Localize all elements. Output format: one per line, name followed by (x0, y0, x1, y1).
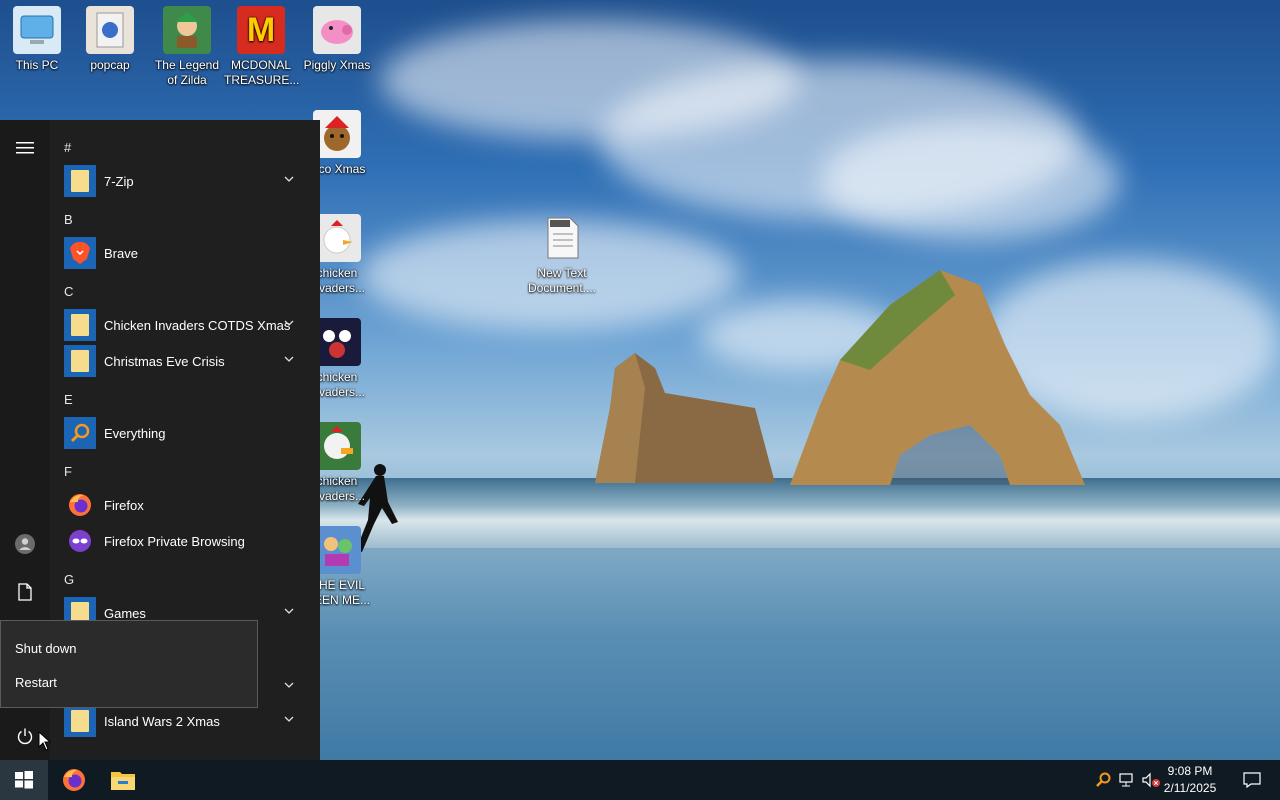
clock-time: 9:08 PM (1167, 764, 1213, 778)
tray-network-button[interactable] (1116, 760, 1138, 800)
taskbar-clock[interactable]: 9:08 PM 2/11/2025 (1150, 763, 1230, 797)
shut-down-option[interactable]: Shut down (15, 641, 76, 656)
app-label: Christmas Eve Crisis (104, 353, 225, 369)
power-options-flyout: Shut down Restart (0, 620, 258, 708)
computer-icon (13, 6, 61, 54)
chevron-down-icon[interactable] (284, 354, 294, 364)
firefox-private-icon (64, 525, 96, 557)
taskbar-firefox-button[interactable] (50, 760, 98, 800)
folder-icon (64, 345, 96, 377)
file-explorer-icon (111, 772, 135, 790)
app-label: 7-Zip (104, 173, 134, 189)
game-icon (163, 6, 211, 54)
chevron-down-icon[interactable] (284, 714, 294, 724)
chevron-down-icon[interactable] (284, 680, 294, 690)
folder-icon (64, 165, 96, 197)
app-item-chicken-invaders-cotds-xmas[interactable]: Chicken Invaders COTDS Xmas (64, 308, 314, 342)
chevron-down-icon[interactable] (284, 606, 294, 616)
desktop-icon-label: Piggly Xmas (303, 58, 371, 72)
chevron-down-icon[interactable] (284, 318, 294, 328)
desktop-icon-label: popcap (90, 58, 130, 72)
app-label: Chicken Invaders COTDS Xmas (104, 317, 291, 333)
desktop-icon-this-pc[interactable]: This PC (0, 6, 74, 73)
hamburger-icon (16, 142, 34, 154)
brave-icon (64, 237, 96, 269)
text-document-icon (538, 214, 586, 262)
firefox-icon (64, 489, 96, 521)
section-header-b[interactable]: B (64, 212, 73, 227)
chicken-icon (313, 422, 361, 470)
desktop-icon-label: New Text (537, 266, 587, 280)
power-icon (17, 728, 33, 745)
start-button[interactable] (0, 760, 48, 800)
app-item-christmas-eve-crisis[interactable]: Christmas Eve Crisis (64, 344, 314, 378)
network-icon (1119, 773, 1133, 787)
chevron-down-icon[interactable] (284, 174, 294, 184)
desktop-icon-label: This PC (15, 58, 59, 72)
app-item-firefox[interactable]: Firefox (64, 488, 314, 522)
folder-icon (64, 705, 96, 737)
taskbar: 9:08 PM 2/11/2025 (0, 760, 1280, 800)
app-item-7-zip[interactable]: 7-Zip (64, 164, 314, 198)
document-icon (18, 583, 32, 601)
mouse-cursor-icon (38, 731, 52, 751)
section-header-c[interactable]: C (64, 284, 73, 299)
desktop-icon-label: MCDONAL (230, 58, 291, 72)
app-label: Brave (104, 245, 138, 261)
bear-icon (313, 110, 361, 158)
user-account-button[interactable] (0, 520, 50, 568)
section-header-e[interactable]: E (64, 392, 73, 407)
app-item-brave[interactable]: Brave (64, 236, 314, 270)
desktop-icon-label: of Zilda (167, 73, 207, 87)
desktop-icon-mcdonald-treasure[interactable]: M MCDONAL TREASURE... (224, 6, 300, 88)
clock-date: 2/11/2025 (1163, 781, 1217, 795)
section-header-f[interactable]: F (64, 464, 72, 479)
restart-option[interactable]: Restart (15, 675, 57, 690)
everything-search-icon (1096, 772, 1111, 787)
action-center-button[interactable] (1232, 760, 1272, 800)
desktop-icon-label: Document.... (527, 281, 597, 295)
pig-icon (313, 6, 361, 54)
tray-everything-button[interactable] (1092, 760, 1114, 800)
section-header-g[interactable]: G (64, 572, 74, 587)
app-item-everything[interactable]: Everything (64, 416, 314, 450)
desktop-icon-label: TREASURE... (224, 73, 300, 87)
app-item-firefox-private-browsing[interactable]: Firefox Private Browsing (64, 524, 314, 558)
app-label: Firefox (104, 497, 144, 513)
folder-icon (86, 6, 134, 54)
app-item-island-wars-2-xmas[interactable]: Island Wars 2 Xmas (64, 704, 314, 738)
chicken-icon (313, 318, 361, 366)
app-label: Everything (104, 425, 166, 441)
desktop-icon-piggly-xmas[interactable]: Piggly Xmas (300, 6, 374, 73)
desktop-icon-legend-of-zilda[interactable]: The Legend of Zilda (150, 6, 224, 88)
desktop-icon-new-text-document[interactable]: New Text Document.... (525, 214, 599, 296)
action-center-icon (1243, 772, 1261, 788)
windows-icon (15, 771, 33, 789)
user-icon (15, 534, 35, 554)
taskbar-file-explorer-button[interactable] (99, 760, 147, 800)
section-header-hash[interactable]: # (64, 140, 71, 155)
search-icon (64, 417, 96, 449)
expand-menu-button[interactable] (0, 124, 50, 172)
documents-button[interactable] (0, 568, 50, 616)
mcdonalds-icon: M (237, 6, 285, 54)
evil-game-icon (313, 526, 361, 574)
folder-icon (64, 309, 96, 341)
app-label: Island Wars 2 Xmas (104, 713, 220, 729)
rock-formation-left (595, 353, 775, 483)
app-label: Firefox Private Browsing (104, 533, 245, 549)
desktop-icon-popcap[interactable]: popcap (73, 6, 147, 73)
desktop-icon-label: The Legend (154, 58, 220, 72)
rock-formation-right (790, 270, 1085, 485)
app-label: Games (104, 605, 146, 621)
chicken-icon (313, 214, 361, 262)
firefox-icon (63, 769, 85, 791)
